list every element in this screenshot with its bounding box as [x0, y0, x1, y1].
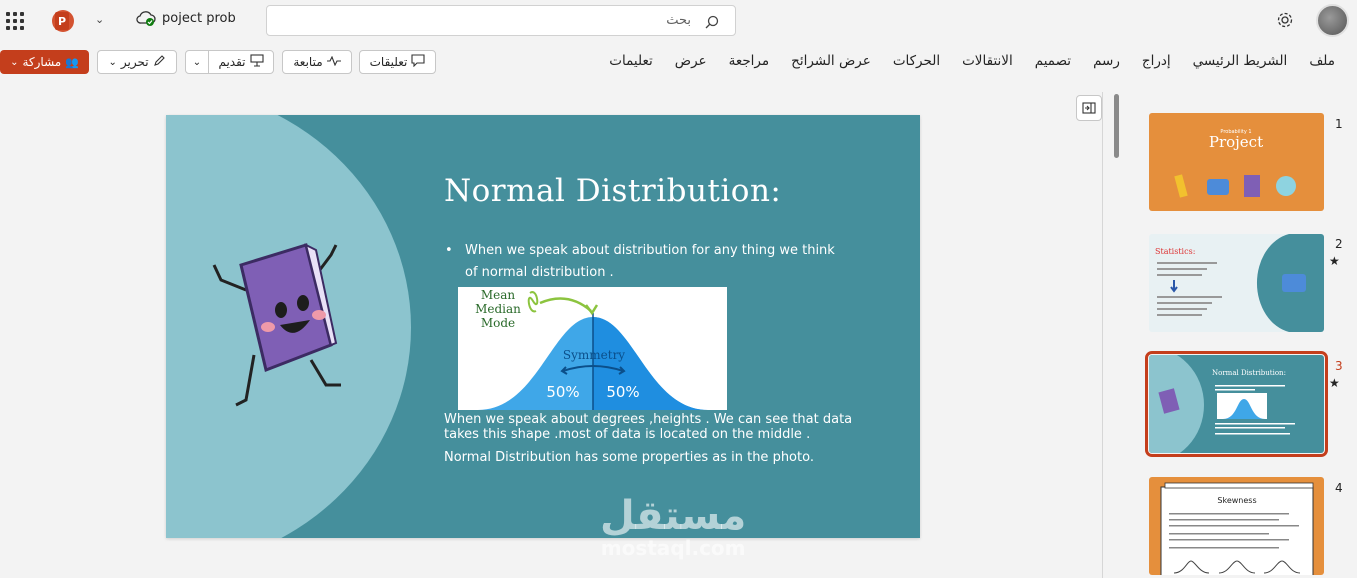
- watermark-latin: mostaql.com: [600, 536, 746, 560]
- thumb-title: Statistics:: [1155, 247, 1195, 256]
- follow-label: متابعة: [293, 55, 323, 69]
- thumb-number: 2: [1335, 237, 1343, 251]
- title-bar: ⌄ poject prob بحث: [0, 0, 1357, 42]
- current-slide[interactable]: Normal Distribution: When we speak about…: [166, 115, 920, 538]
- slide-paragraph-1[interactable]: When we speak about degrees ,heights . W…: [444, 412, 884, 442]
- search-icon: [705, 14, 719, 33]
- powerpoint-logo-icon[interactable]: [52, 10, 74, 32]
- normal-distribution-image: Mean Median Mode Symmetry 50% 50%: [458, 287, 727, 410]
- tab-view[interactable]: عرض: [664, 53, 718, 69]
- document-title[interactable]: poject prob: [136, 10, 236, 26]
- ribbon-tabs: ملف الشريط الرئيسي إدراج رسم تصميم الانت…: [598, 53, 1335, 69]
- tab-home[interactable]: الشريط الرئيسي: [1182, 53, 1299, 69]
- tab-animations[interactable]: الحركات: [882, 53, 951, 69]
- mode-label: Mode: [481, 316, 515, 330]
- present-dropdown-button[interactable]: ⌄: [185, 50, 209, 74]
- thumb-title: Project: [1209, 133, 1263, 151]
- right-percent-label: 50%: [606, 383, 639, 401]
- gear-icon[interactable]: [1276, 11, 1294, 33]
- slide-thumbnail-selected[interactable]: Normal Distribution:: [1145, 351, 1328, 457]
- follow-button[interactable]: متابعة: [282, 50, 352, 74]
- tab-file[interactable]: ملف: [1298, 53, 1335, 69]
- slide-paragraph-2[interactable]: Normal Distribution has some properties …: [444, 450, 814, 465]
- slide-thumbnail[interactable]: Skewness: [1149, 477, 1324, 575]
- chevron-down-icon: ⌄: [108, 56, 117, 68]
- median-label: Median: [475, 302, 521, 316]
- watermark: مستقل mostaql.com: [600, 495, 746, 559]
- document-title-text: poject prob: [162, 10, 236, 26]
- thumb-title: Skewness: [1217, 496, 1256, 505]
- thumbnail-scrollbar[interactable]: [1114, 94, 1119, 158]
- comments-button[interactable]: تعليقات: [359, 50, 436, 74]
- pulse-icon: [326, 55, 341, 69]
- slide-title[interactable]: Normal Distribution:: [444, 173, 781, 209]
- animation-star-icon: ★: [1329, 376, 1340, 390]
- search-box[interactable]: بحث: [266, 5, 736, 36]
- thumb-title: Normal Distribution:: [1212, 369, 1286, 377]
- tab-insert[interactable]: إدراج: [1131, 53, 1182, 69]
- tab-design[interactable]: تصميم: [1024, 53, 1082, 69]
- pencil-icon: [153, 54, 166, 70]
- chevron-down-icon: ⌄: [10, 56, 19, 68]
- mean-label: Mean: [481, 288, 516, 302]
- tab-review[interactable]: مراجعة: [718, 53, 781, 69]
- present-button[interactable]: تقديم: [208, 50, 274, 74]
- people-icon: 👥: [65, 55, 79, 69]
- slide-thumbnail[interactable]: Probability 1 Project: [1149, 113, 1324, 211]
- slide-bullet[interactable]: When we speak about distribution for any…: [445, 240, 840, 284]
- watermark-arabic: مستقل: [600, 493, 747, 539]
- share-label: مشاركة: [22, 55, 62, 69]
- collapse-pane-icon[interactable]: [1076, 95, 1102, 121]
- left-percent-label: 50%: [546, 383, 579, 401]
- thumb-number: 1: [1335, 117, 1343, 131]
- tab-slideshow[interactable]: عرض الشرائح: [780, 53, 882, 69]
- book-character-image: [206, 235, 366, 419]
- tab-draw[interactable]: رسم: [1082, 53, 1131, 69]
- presentation-icon: [249, 54, 264, 70]
- tab-help[interactable]: تعليمات: [598, 53, 663, 69]
- symmetry-label: Symmetry: [563, 348, 625, 362]
- chevron-down-icon[interactable]: ⌄: [95, 13, 104, 26]
- avatar[interactable]: [1316, 4, 1349, 37]
- chevron-down-icon: ⌄: [192, 56, 202, 68]
- slide-thumbnail[interactable]: Statistics:: [1149, 234, 1324, 332]
- share-button[interactable]: ⌄ مشاركة 👥: [0, 50, 89, 74]
- comments-label: تعليقات: [369, 55, 408, 69]
- thumb-number: 4: [1335, 481, 1343, 495]
- cloud-saved-icon: [136, 10, 156, 26]
- search-input[interactable]: بحث: [666, 13, 691, 28]
- present-label: تقديم: [218, 55, 246, 69]
- animation-star-icon: ★: [1329, 254, 1340, 268]
- comment-icon: [411, 54, 425, 70]
- edit-label: تحرير: [120, 55, 149, 69]
- thumb-number: 3: [1335, 359, 1343, 373]
- tab-transitions[interactable]: الانتقالات: [951, 53, 1024, 69]
- pane-divider[interactable]: [1102, 92, 1103, 578]
- edit-mode-button[interactable]: ⌄ تحرير: [97, 50, 177, 74]
- app-launcher-icon[interactable]: [6, 12, 24, 30]
